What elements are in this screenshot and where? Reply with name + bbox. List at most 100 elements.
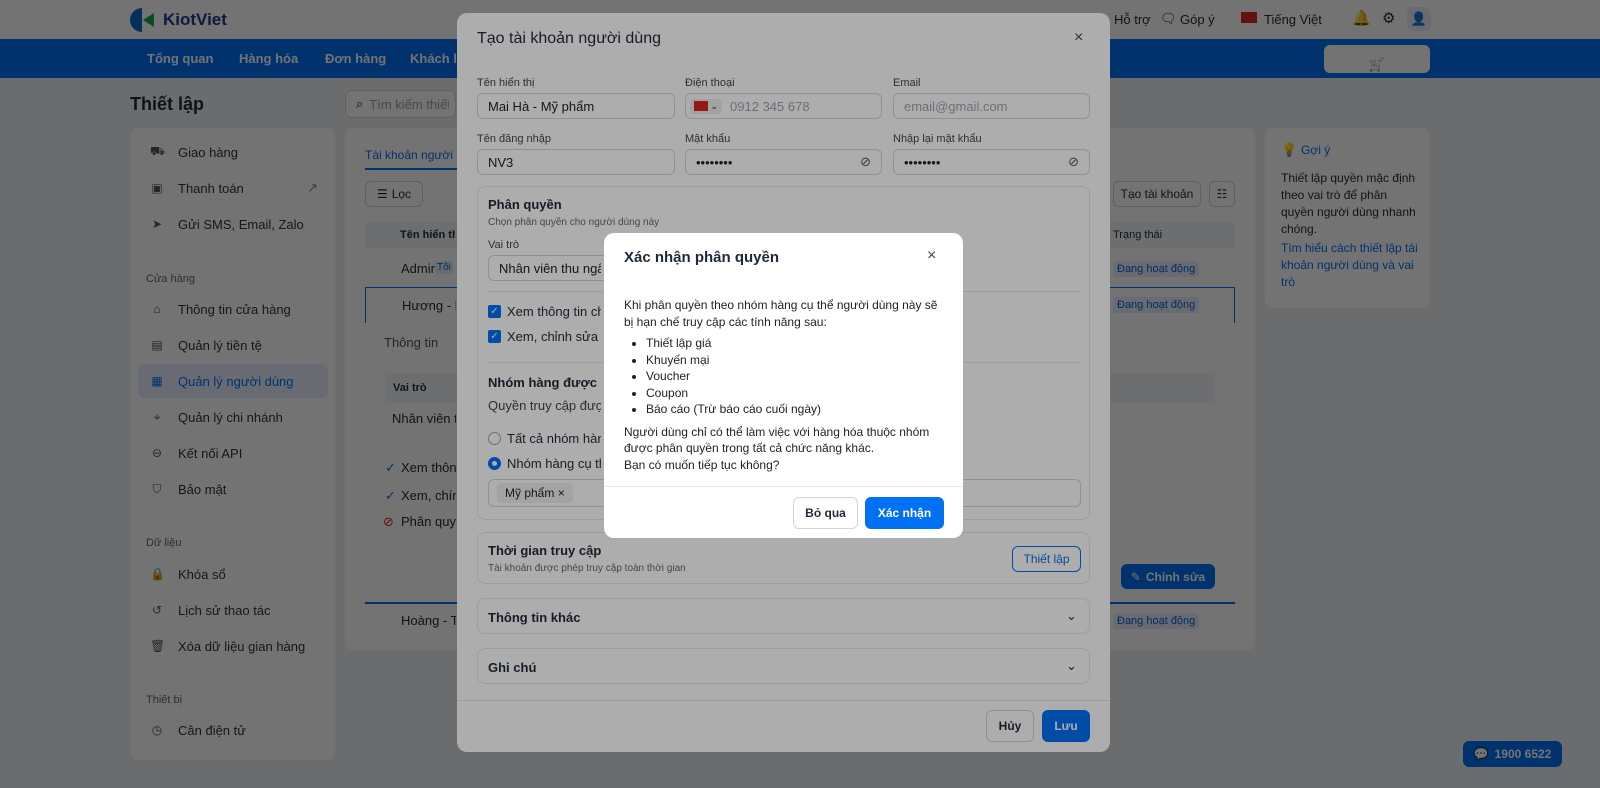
hint-link[interactable]: Tìm hiểu cách thiết lập tài khoản người …: [1281, 240, 1426, 291]
sidebar-item-sms[interactable]: ➤ Gửi SMS, Email, Zalo: [138, 207, 328, 241]
feedback-icon: 🗨: [1160, 11, 1177, 26]
hint-text: Thiết lập quyền mặc định theo vai trò để…: [1281, 171, 1416, 236]
nav-orders[interactable]: Đơn hàng: [325, 51, 386, 66]
sidebar-label: Cân điện tử: [178, 722, 246, 738]
col-status: Trạng thái: [1113, 229, 1163, 241]
note-section[interactable]: Ghi chú ⌄: [477, 648, 1090, 684]
external-link-icon: ↗: [307, 180, 318, 195]
nav-customers[interactable]: Khách h: [410, 51, 456, 66]
hotline-button[interactable]: 💬 1900 6522: [1463, 741, 1562, 767]
sidebar-label: Quản lý tiền tệ: [178, 337, 262, 353]
sidebar-label: Khóa sổ: [178, 566, 226, 582]
permission-title: Phân quyền: [488, 197, 562, 212]
sidebar-item-lock[interactable]: 🔒 Khóa sổ: [138, 557, 328, 591]
sidebar-item-payment[interactable]: ▣ Thanh toán ↗: [138, 171, 328, 205]
tab-underline: [365, 168, 457, 170]
permission-checkbox[interactable]: ✓ Xem, chỉnh sửa gia: [488, 328, 601, 344]
remove-tag-icon[interactable]: ×: [558, 486, 565, 500]
radio-specific-groups[interactable]: Nhóm hàng cụ thể: [488, 455, 601, 471]
access-time-setup-button[interactable]: Thiết lập: [1012, 546, 1081, 572]
row-name[interactable]: Admin: [401, 261, 438, 276]
search-placeholder: Tìm kiếm thiết l: [369, 96, 450, 112]
save-button[interactable]: Lưu: [1042, 710, 1090, 742]
list-item: Coupon: [646, 385, 949, 402]
note-title: Ghi chú: [488, 660, 537, 675]
create-account-button[interactable]: Tạo tài khoản: [1113, 181, 1201, 207]
skip-button[interactable]: Bỏ qua: [793, 497, 858, 529]
chevron-down-icon: ⌄: [1066, 608, 1077, 623]
eye-off-icon[interactable]: ⊘: [860, 154, 871, 170]
support-link[interactable]: Hỗ trợ: [1114, 12, 1151, 27]
display-name-input[interactable]: Mai Hà - Mỹ phẩm: [477, 93, 675, 119]
link-icon: ⊖: [151, 446, 163, 460]
sidebar-item-scale[interactable]: ◷ Cân điện tử: [138, 713, 328, 747]
sidebar-item-currency[interactable]: ▤ Quản lý tiền tệ: [138, 328, 328, 362]
close-icon[interactable]: ×: [1074, 29, 1083, 47]
perm-text: Xem thông: [401, 460, 456, 475]
eye-off-icon[interactable]: ⊘: [1068, 154, 1079, 170]
status-badge: Đang hoạt động: [1113, 297, 1200, 313]
radio-all-groups[interactable]: Tất cả nhóm hàng: [488, 430, 601, 446]
language-select[interactable]: Tiếng Việt: [1264, 12, 1322, 27]
phone-input[interactable]: ⌄ 0912 345 678: [685, 93, 882, 119]
lock-icon: 🔒: [150, 567, 165, 581]
sidebar-group-data: Dữ liệu: [146, 537, 182, 549]
confirm-button[interactable]: Xác nhận: [865, 497, 944, 529]
sidebar-item-api[interactable]: ⊖ Kết nối API: [138, 436, 328, 470]
dialog-question: Bạn có muốn tiếp tục không?: [624, 457, 780, 472]
filter-button[interactable]: ☰ Lọc: [365, 181, 423, 207]
check-icon: ✓: [385, 460, 396, 475]
sidebar-item-delete-data[interactable]: 🗑 Xóa dữ liệu gian hàng: [138, 629, 328, 663]
check-icon: ✓: [385, 488, 396, 503]
email-input[interactable]: email@gmail.com: [893, 93, 1090, 119]
close-icon[interactable]: ×: [927, 247, 936, 265]
nav-overview[interactable]: Tổng quan: [147, 51, 213, 66]
username-input[interactable]: NV3: [477, 149, 675, 175]
cancel-button[interactable]: Hủy: [986, 710, 1034, 742]
display-name-label: Tên hiển thị: [477, 77, 535, 89]
dialog-title: Xác nhận phân quyền: [624, 249, 780, 266]
other-info-section[interactable]: Thông tin khác ⌄: [477, 598, 1090, 634]
bell-icon[interactable]: 🔔: [1352, 9, 1371, 27]
product-group-subtitle: Quyền truy cập được: [488, 398, 601, 413]
status-badge: Đang hoạt động: [1113, 261, 1200, 277]
location-icon: ⌖: [153, 409, 161, 424]
sidebar-item-store-info[interactable]: ⌂ Thông tin cửa hàng: [138, 292, 328, 326]
user-avatar-icon[interactable]: 👤: [1407, 7, 1431, 31]
sidebar-group-devices: Thiết bị: [146, 694, 183, 706]
detail-tab-info[interactable]: Thông tin: [384, 335, 438, 350]
feedback-link[interactable]: Góp ý: [1180, 12, 1215, 27]
confirm-permission-dialog: Xác nhận phân quyền × Khi phân quyền the…: [604, 233, 963, 538]
kiotviet-logo[interactable]: [130, 8, 156, 32]
trash-icon: 🗑: [150, 639, 166, 653]
sidebar-item-security[interactable]: ⛉ Bảo mật: [138, 472, 328, 506]
list-item: Báo cáo (Trừ báo cáo cuối ngày): [646, 401, 949, 418]
repassword-input[interactable]: •••••••• ⊘: [893, 149, 1090, 175]
sidebar-item-branches[interactable]: ⌖ Quản lý chi nhánh: [138, 400, 328, 434]
password-input[interactable]: •••••••• ⊘: [685, 149, 882, 175]
chat-icon: 💬: [1473, 747, 1489, 761]
repassword-label: Nhập lại mật khẩu: [893, 133, 982, 145]
row-name[interactable]: Hoàng - T: [401, 613, 456, 628]
page-title: Thiết lập: [130, 94, 205, 114]
shield-icon: ⛉: [152, 481, 162, 496]
other-info-title: Thông tin khác: [488, 610, 581, 625]
sell-button[interactable]: 🛒 Bán hàng: [1324, 45, 1430, 73]
sidebar-item-users[interactable]: ▦ Quản lý người dùng: [138, 364, 328, 398]
settings-search-input[interactable]: ⌕ Tìm kiếm thiết l: [345, 90, 456, 118]
sidebar-item-shipping[interactable]: ⛟ Giao hàng: [138, 135, 328, 169]
sell-button-label: Bán hàng: [1347, 57, 1407, 72]
permission-checkbox[interactable]: ✓ Xem thông tin chu: [488, 303, 601, 319]
radio-icon: [488, 432, 501, 446]
country-select[interactable]: ⌄: [690, 98, 723, 114]
list-item: Voucher: [646, 368, 949, 385]
username-label: Tên đăng nhập: [477, 133, 552, 145]
tab-user-accounts[interactable]: Tài khoản người d: [365, 148, 455, 162]
columns-icon[interactable]: ☷: [1209, 181, 1235, 207]
lightbulb-icon: 💡: [1281, 142, 1298, 157]
sidebar-item-history[interactable]: ↺ Lịch sử thao tác: [138, 593, 328, 627]
edit-button[interactable]: ✎ Chỉnh sửa: [1121, 564, 1215, 589]
radio-selected-icon: [488, 457, 501, 471]
gear-icon[interactable]: ⚙: [1382, 9, 1395, 27]
nav-products[interactable]: Hàng hóa: [239, 51, 298, 66]
